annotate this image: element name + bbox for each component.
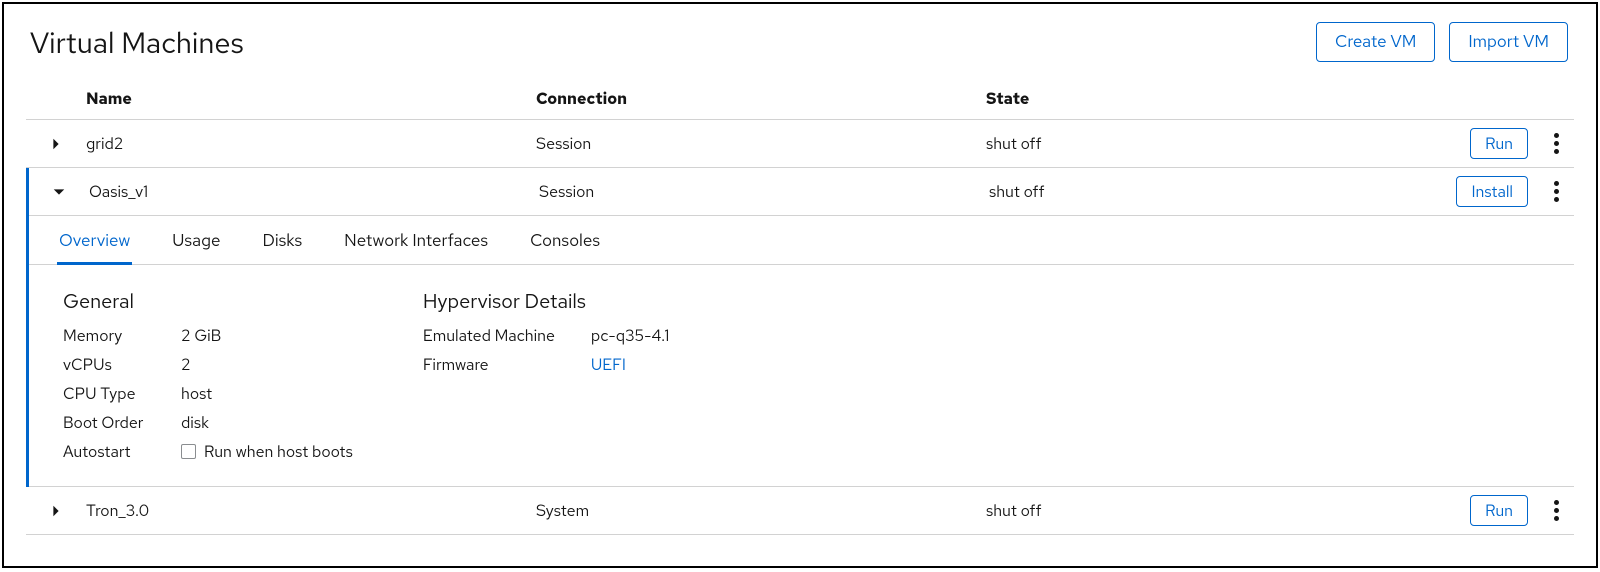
vm-connection: Session: [536, 133, 986, 154]
vcpus-value[interactable]: 2: [181, 354, 353, 375]
expanded-row-region: Oasis_v1 Session shut off Install Overvi…: [26, 168, 1574, 487]
chevron-right-icon: [49, 137, 63, 151]
kebab-menu-button[interactable]: [1542, 497, 1570, 525]
general-heading: General: [63, 289, 353, 315]
col-connection: Connection: [536, 88, 986, 109]
col-state: State: [986, 88, 1436, 109]
firmware-value[interactable]: UEFI: [591, 354, 669, 375]
tab-disks[interactable]: Disks: [260, 216, 304, 264]
emulated-machine-value: pc-q35-4.1: [591, 325, 669, 346]
page-frame: Virtual Machines Create VM Import VM Nam…: [2, 2, 1598, 568]
vm-state: shut off: [986, 133, 1436, 154]
cpu-type-value: host: [181, 383, 353, 404]
autostart-label: Autostart: [63, 441, 179, 462]
vm-tabs: Overview Usage Disks Network Interfaces …: [29, 216, 1574, 265]
hypervisor-heading: Hypervisor Details: [423, 289, 669, 315]
table-row: Oasis_v1 Session shut off Install: [29, 168, 1574, 216]
header-actions: Create VM Import VM: [1316, 22, 1568, 62]
tab-consoles[interactable]: Consoles: [528, 216, 602, 264]
tab-overview[interactable]: Overview: [57, 216, 132, 264]
cpu-type-label: CPU Type: [63, 383, 179, 404]
row-actions: Run: [1436, 128, 1574, 159]
page-title: Virtual Machines: [30, 23, 244, 62]
autostart-value: Run when host boots: [181, 441, 353, 462]
create-vm-button[interactable]: Create VM: [1316, 22, 1435, 62]
page-header: Virtual Machines Create VM Import VM: [4, 4, 1596, 68]
vcpus-label: vCPUs: [63, 354, 179, 375]
vm-connection: System: [536, 500, 986, 521]
tab-network-interfaces[interactable]: Network Interfaces: [342, 216, 490, 264]
autostart-caption: Run when host boots: [204, 441, 353, 462]
kebab-menu-button[interactable]: [1542, 130, 1570, 158]
memory-label: Memory: [63, 325, 179, 346]
run-button[interactable]: Run: [1470, 128, 1528, 159]
overview-panel: General Memory 2 GiB vCPUs 2 CPU Type ho…: [29, 265, 1574, 487]
boot-order-label: Boot Order: [63, 412, 179, 433]
import-vm-button[interactable]: Import VM: [1449, 22, 1568, 62]
expand-toggle[interactable]: [29, 185, 89, 199]
expand-toggle[interactable]: [26, 504, 86, 518]
vm-name: Oasis_v1: [89, 181, 539, 202]
install-button[interactable]: Install: [1456, 176, 1528, 207]
vm-name: grid2: [86, 133, 536, 154]
row-actions: Install: [1439, 176, 1574, 207]
chevron-right-icon: [49, 504, 63, 518]
vm-connection: Session: [539, 181, 989, 202]
expand-toggle[interactable]: [26, 137, 86, 151]
row-actions: Run: [1436, 495, 1574, 526]
tab-usage[interactable]: Usage: [170, 216, 222, 264]
general-section: General Memory 2 GiB vCPUs 2 CPU Type ho…: [63, 283, 353, 462]
vm-table: Name Connection State grid2 Session shut…: [26, 78, 1574, 535]
memory-value[interactable]: 2 GiB: [181, 325, 353, 346]
firmware-label: Firmware: [423, 354, 591, 375]
chevron-down-icon: [52, 185, 66, 199]
emulated-machine-label: Emulated Machine: [423, 325, 591, 346]
run-button[interactable]: Run: [1470, 495, 1528, 526]
kebab-menu-button[interactable]: [1542, 178, 1570, 206]
table-row: grid2 Session shut off Run: [26, 120, 1574, 168]
vm-name: Tron_3.0: [86, 500, 536, 521]
vm-state: shut off: [989, 181, 1439, 202]
hypervisor-section: Hypervisor Details Emulated Machine pc-q…: [423, 283, 669, 462]
table-header: Name Connection State: [26, 78, 1574, 120]
table-row: Tron_3.0 System shut off Run: [26, 487, 1574, 535]
autostart-checkbox[interactable]: [181, 444, 196, 459]
col-name: Name: [86, 88, 536, 109]
boot-order-value[interactable]: disk: [181, 412, 353, 433]
vm-state: shut off: [986, 500, 1436, 521]
